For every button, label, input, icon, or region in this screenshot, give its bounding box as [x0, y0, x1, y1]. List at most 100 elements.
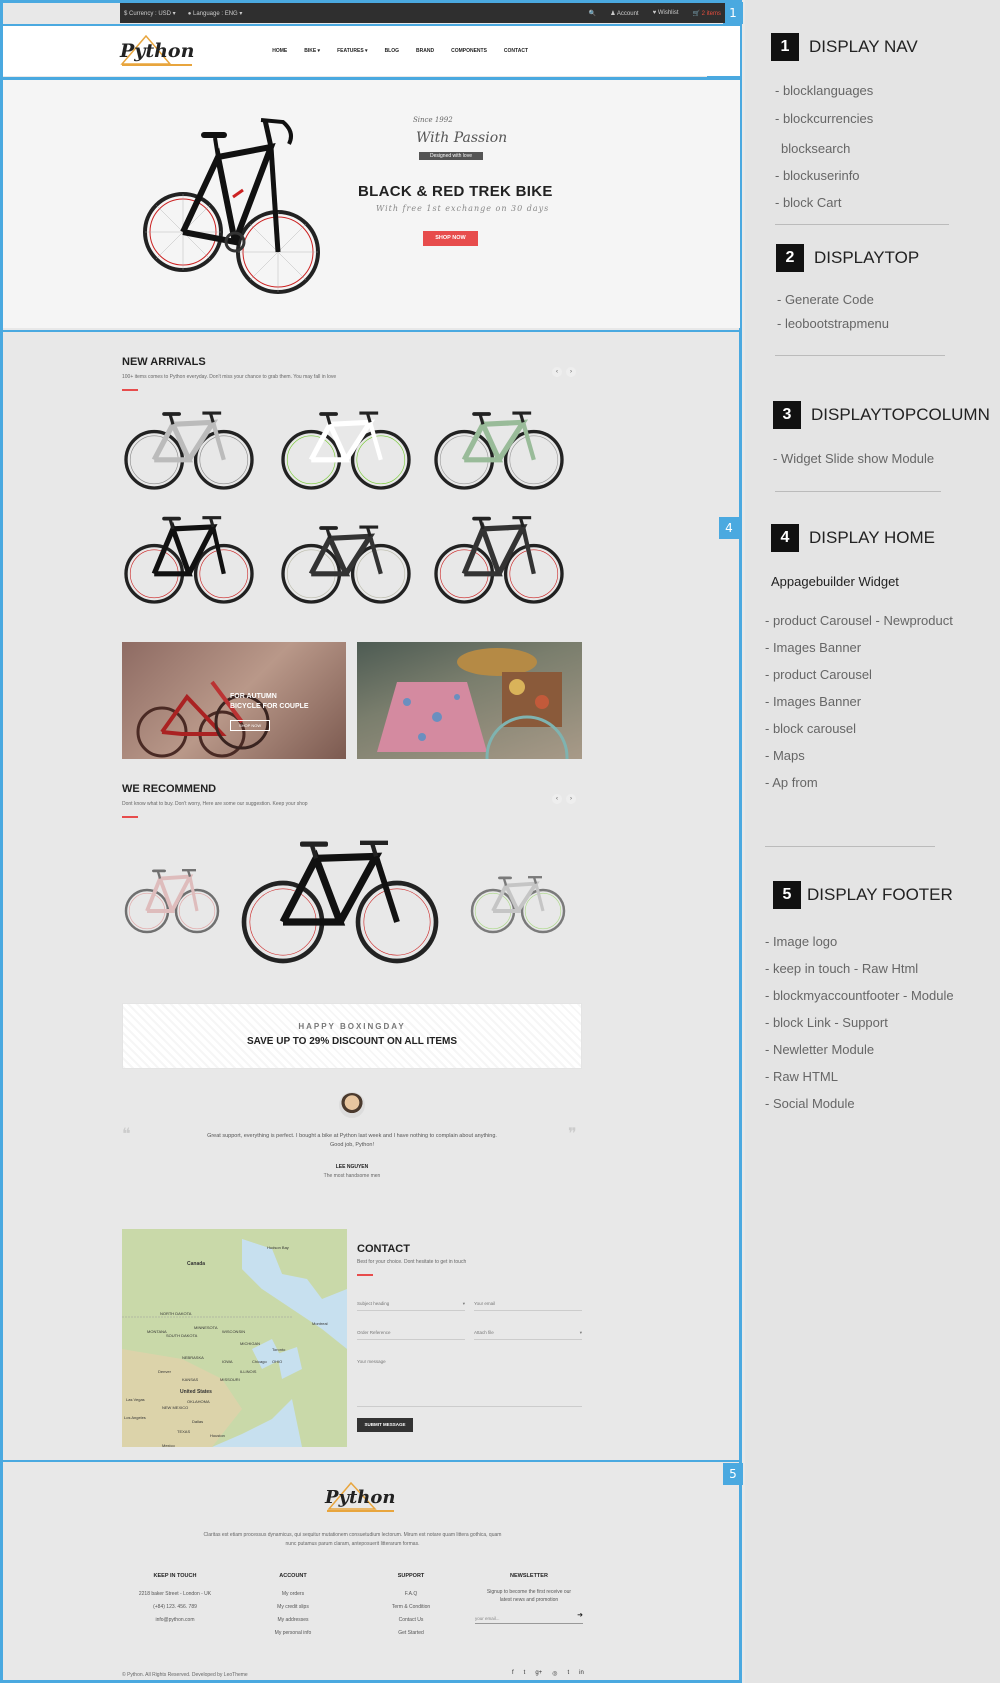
bike-image: [281, 525, 411, 604]
legend-item: - blocklanguages: [775, 83, 874, 98]
newsletter-input[interactable]: your email... ➜: [475, 1612, 583, 1624]
wishlist-link[interactable]: ♥ Wishlist: [653, 10, 679, 17]
map-label: OHIO: [272, 1359, 283, 1364]
menu-item[interactable]: BRAND: [416, 48, 434, 54]
email-field[interactable]: Your email: [474, 1301, 582, 1311]
footer-link[interactable]: Contact Us: [361, 1614, 461, 1627]
next-arrow-icon[interactable]: ›: [566, 367, 576, 377]
map-label: NEW MEXICO: [162, 1405, 189, 1410]
subject-select[interactable]: Subject heading ▾: [357, 1301, 465, 1311]
account-link[interactable]: ♟ Account: [610, 10, 638, 17]
instagram-icon[interactable]: ◎: [552, 1670, 557, 1677]
product-item[interactable]: [432, 512, 566, 611]
map-label: NEBRASKA: [182, 1355, 204, 1360]
ribbon-text: Designed with love: [419, 152, 483, 160]
map-label: Hudson Bay: [267, 1245, 289, 1250]
menu-item[interactable]: CONTACT: [504, 48, 528, 54]
bike-image: [124, 869, 220, 934]
legend-item: - Maps: [765, 748, 805, 763]
legend-item: - Raw HTML: [765, 1069, 838, 1084]
footer-link[interactable]: My credit slips: [243, 1601, 343, 1614]
legend-number: 2: [776, 244, 804, 272]
legend-title: DISPLAYTOPCOLUMN: [811, 405, 990, 424]
tumblr-icon[interactable]: t: [567, 1670, 569, 1677]
banner-line1: FOR AUTUMN: [230, 693, 277, 700]
product-item[interactable]: [122, 866, 222, 941]
footer-email[interactable]: info@python.com: [125, 1614, 225, 1627]
banner-shop-button[interactable]: SHOP NOW: [230, 720, 271, 731]
banner-autumn[interactable]: FOR AUTUMN BICYCLE FOR COUPLE SHOP NOW: [122, 642, 346, 759]
testimonial-role: The most handsome men: [323, 1173, 381, 1179]
product-item[interactable]: [122, 398, 256, 497]
message-textarea[interactable]: Your message: [357, 1359, 582, 1407]
legend-number: 4: [771, 524, 799, 552]
avatar: [339, 1092, 365, 1118]
product-item[interactable]: [468, 866, 568, 941]
logo-text: Python: [120, 40, 195, 62]
order-label: Order Reference: [357, 1330, 391, 1335]
logo[interactable]: Python: [120, 34, 195, 65]
prev-arrow-icon[interactable]: ‹: [552, 794, 562, 804]
footer-link[interactable]: Get Started: [361, 1627, 461, 1640]
newsletter-text: Signup to become the first receive our l…: [486, 1589, 572, 1603]
footer-logo[interactable]: Python: [325, 1481, 396, 1510]
google-map[interactable]: Hudson Bay Canada MONTANA NORTH DAKOTA SOUTH…: [122, 1229, 347, 1447]
menu-item[interactable]: FEATURES ▾: [337, 48, 367, 54]
submit-message-button[interactable]: SUBMIT MESSAGE: [357, 1418, 413, 1432]
footer-link[interactable]: My personal info: [243, 1627, 343, 1640]
legend-item: - Images Banner: [765, 640, 862, 655]
legend-item: - Ap from: [765, 775, 818, 790]
menu-item[interactable]: COMPONENTS: [451, 48, 487, 54]
recommend-title: WE RECOMMEND: [122, 783, 217, 795]
footer-heading: NEWSLETTER: [510, 1573, 548, 1579]
girl-bike-image: [377, 648, 569, 759]
title-underline: [122, 389, 138, 391]
currency-selector[interactable]: $ Currency : USD ▾: [124, 10, 176, 17]
message-placeholder: Your message: [357, 1359, 386, 1364]
menu-item[interactable]: BLOG: [385, 48, 399, 54]
map-label: OKLAHOMA: [187, 1399, 210, 1404]
cart-link[interactable]: 🛒 2 items: [693, 10, 721, 17]
twitter-icon[interactable]: t: [524, 1670, 526, 1677]
bike-image: [434, 411, 564, 490]
newsletter-placeholder: your email...: [475, 1616, 500, 1621]
legend-item: - product Carousel: [765, 667, 872, 682]
google-plus-icon[interactable]: g+: [535, 1670, 542, 1677]
footer-phone: (+84) 123. 456. 789: [153, 1604, 197, 1610]
email-placeholder: Your email: [474, 1301, 496, 1306]
legend-item: blocksearch: [781, 141, 851, 156]
product-item[interactable]: [240, 835, 440, 970]
facebook-icon[interactable]: f: [512, 1670, 514, 1677]
recommend-subtitle: Dont know what to buy. Don't worry, Here…: [122, 801, 308, 807]
testimonial: Great support, everything is perfect. I …: [122, 1092, 582, 1179]
arrow-right-icon[interactable]: ➜: [577, 1609, 583, 1622]
footer-link[interactable]: Term & Condition: [361, 1601, 461, 1614]
attach-file-input[interactable]: Attach file ▾: [474, 1330, 582, 1340]
order-reference-select[interactable]: Order Reference: [357, 1330, 465, 1340]
footer-link[interactable]: F.A.Q: [361, 1588, 461, 1601]
title-underline: [357, 1274, 373, 1276]
footer-heading: ACCOUNT: [279, 1573, 307, 1579]
menu-item[interactable]: BIKE ▾: [304, 48, 320, 54]
next-arrow-icon[interactable]: ›: [566, 794, 576, 804]
shop-now-button[interactable]: SHOP NOW: [423, 231, 478, 246]
menu-item[interactable]: HOME: [272, 48, 287, 54]
product-item[interactable]: [122, 512, 256, 611]
bike-image: [143, 118, 320, 294]
language-selector[interactable]: ● Language : ENG ▾: [188, 10, 243, 17]
main-menu: HOME BIKE ▾ FEATURES ▾ BLOG BRAND COMPON…: [255, 48, 528, 54]
product-item[interactable]: [279, 398, 413, 497]
product-item[interactable]: [279, 512, 413, 611]
banner-girl[interactable]: [357, 642, 582, 759]
footer-link[interactable]: My orders: [243, 1588, 343, 1601]
legend-number: 3: [773, 401, 801, 429]
footer-link[interactable]: My addresses: [243, 1614, 343, 1627]
search-icon[interactable]: 🔍: [589, 10, 596, 17]
prev-arrow-icon[interactable]: ‹: [552, 367, 562, 377]
attach-label: Attach file: [474, 1330, 494, 1335]
legend-item: - keep in touch - Raw Html: [765, 961, 919, 976]
map-label: Houston: [210, 1433, 225, 1438]
product-item[interactable]: [432, 398, 566, 497]
linkedin-icon[interactable]: in: [579, 1670, 584, 1677]
legend-title: DISPLAYTOP: [814, 248, 920, 267]
